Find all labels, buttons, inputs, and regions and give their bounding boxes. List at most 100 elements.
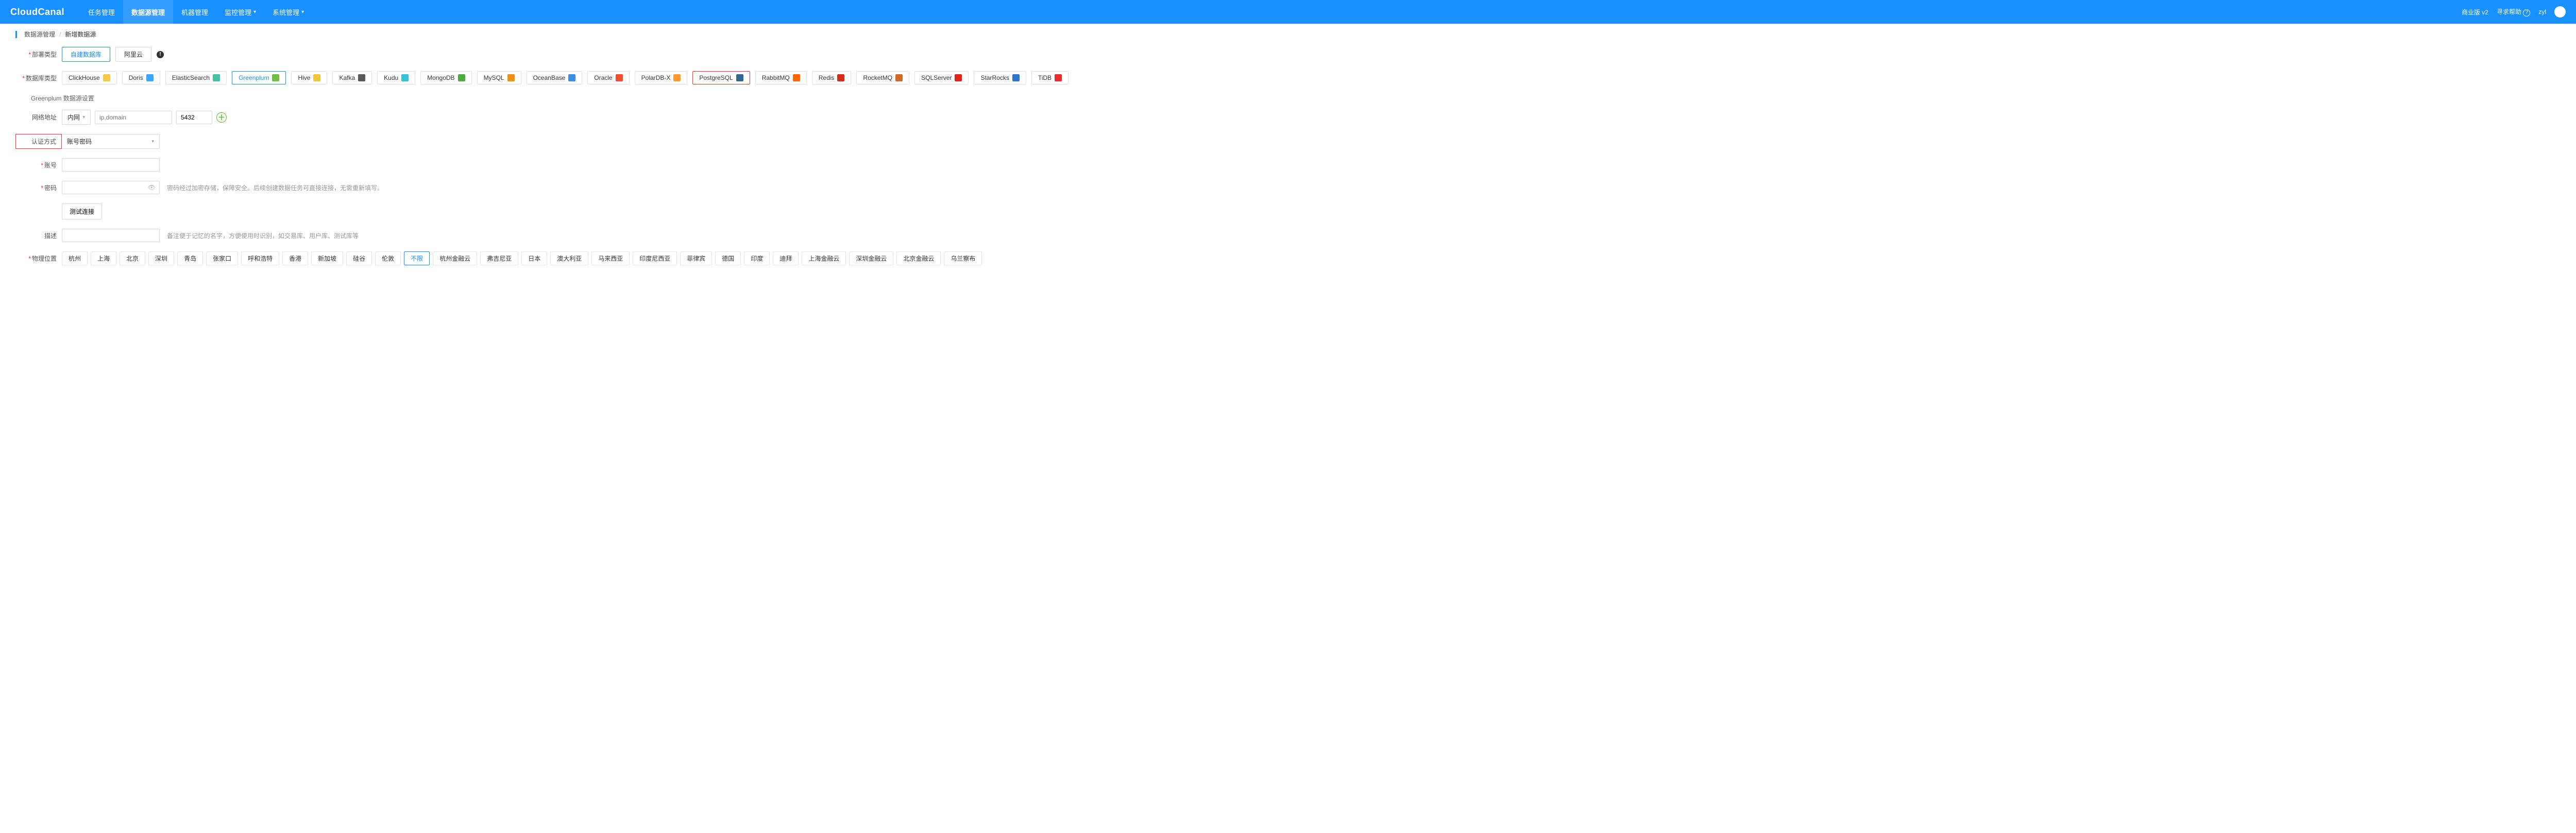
db-type-postgresql[interactable]: PostgreSQL	[692, 71, 750, 84]
db-type-label: ElasticSearch	[172, 74, 210, 81]
db-type-polardbx[interactable]: PolarDB-X	[635, 71, 688, 84]
deploy-tab-self[interactable]: 自建数据库	[62, 47, 110, 62]
oceanbase-icon	[568, 74, 575, 81]
breadcrumb-root[interactable]: 数据源管理	[24, 30, 55, 39]
location-tab[interactable]: 呼和浩特	[241, 251, 279, 265]
location-tab[interactable]: 北京金融云	[896, 251, 941, 265]
top-nav: 任务管理 数据源管理 机器管理 监控管理▾ 系统管理▾	[80, 0, 312, 24]
location-tab[interactable]: 深圳	[148, 251, 174, 265]
port-input[interactable]	[176, 111, 212, 124]
breadcrumb-sep: /	[59, 31, 61, 38]
section-title: Greenplum 数据源设置	[31, 94, 2561, 103]
nav-system[interactable]: 系统管理▾	[264, 0, 312, 24]
location-tab[interactable]: 伦敦	[375, 251, 401, 265]
auth-method-select[interactable]: 账号密码▾	[62, 134, 160, 149]
location-tab[interactable]: 马来西亚	[591, 251, 630, 265]
label-description: 描述	[15, 231, 62, 240]
location-tab[interactable]: 上海金融云	[802, 251, 846, 265]
location-tab[interactable]: 乌兰察布	[944, 251, 982, 265]
db-type-sqlserver[interactable]: SQLServer	[914, 71, 969, 84]
location-tab[interactable]: 北京	[120, 251, 145, 265]
location-tab[interactable]: 日本	[521, 251, 547, 265]
location-tab[interactable]: 德国	[715, 251, 741, 265]
nav-task[interactable]: 任务管理	[80, 0, 123, 24]
db-type-kafka[interactable]: Kafka	[332, 71, 372, 84]
db-type-label: Oracle	[594, 74, 612, 81]
nav-monitor[interactable]: 监控管理▾	[216, 0, 264, 24]
password-input[interactable]	[62, 181, 160, 194]
location-tab[interactable]: 青岛	[177, 251, 203, 265]
row-account: *账号	[15, 158, 2561, 172]
db-type-oracle[interactable]: Oracle	[587, 71, 629, 84]
location-tab[interactable]: 深圳金融云	[849, 251, 893, 265]
db-type-label: MySQL	[484, 74, 504, 81]
net-scope-value: 内网	[67, 113, 80, 122]
user-name[interactable]: zyl	[2538, 8, 2546, 15]
location-tab[interactable]: 杭州金融云	[433, 251, 477, 265]
location-tab[interactable]: 上海	[91, 251, 116, 265]
location-tab[interactable]: 澳大利亚	[550, 251, 588, 265]
oracle-icon	[616, 74, 623, 81]
location-tab[interactable]: 硅谷	[346, 251, 372, 265]
description-input[interactable]	[62, 229, 160, 242]
db-type-clickhouse[interactable]: ClickHouse	[62, 71, 117, 84]
add-address-button[interactable]: ＋	[216, 112, 227, 123]
db-type-label: Hive	[298, 74, 310, 81]
location-tab[interactable]: 香港	[282, 251, 308, 265]
db-type-label: Doris	[129, 74, 143, 81]
db-type-rocketmq[interactable]: RocketMQ	[856, 71, 909, 84]
db-type-redis[interactable]: Redis	[812, 71, 852, 84]
info-icon[interactable]: !	[157, 51, 164, 58]
location-list: 杭州上海北京深圳青岛张家口呼和浩特香港新加坡硅谷伦敦不限杭州金融云弗吉尼亚日本澳…	[62, 251, 982, 265]
nav-datasource[interactable]: 数据源管理	[123, 0, 173, 24]
db-type-greenplum[interactable]: Greenplum	[232, 71, 286, 84]
nav-monitor-label: 监控管理	[225, 7, 251, 17]
brand-logo: CloudCanal	[10, 7, 64, 18]
db-type-tidb[interactable]: TiDB	[1031, 71, 1069, 84]
db-type-label: PolarDB-X	[641, 74, 671, 81]
location-tab[interactable]: 迪拜	[773, 251, 799, 265]
location-tab[interactable]: 张家口	[206, 251, 238, 265]
label-password: *密码	[15, 183, 62, 192]
db-type-label: Kudu	[384, 74, 398, 81]
nav-machine[interactable]: 机器管理	[173, 0, 216, 24]
location-tab[interactable]: 杭州	[62, 251, 88, 265]
location-tab[interactable]: 弗吉尼亚	[480, 251, 518, 265]
db-type-rabbitmq[interactable]: RabbitMQ	[755, 71, 807, 84]
mongodb-icon	[458, 74, 465, 81]
label-account: *账号	[15, 161, 62, 169]
location-tab[interactable]: 印度	[744, 251, 770, 265]
breadcrumb: 数据源管理 / 新增数据源	[0, 24, 2576, 45]
test-connection-button[interactable]: 测试连接	[62, 203, 102, 219]
db-type-hive[interactable]: Hive	[291, 71, 327, 84]
elasticsearch-icon	[213, 74, 220, 81]
form-area: *部署类型 自建数据库 阿里云 ! *数据库类型 ClickHouseDoris…	[0, 45, 2576, 285]
host-input[interactable]	[95, 111, 172, 124]
location-tab[interactable]: 印度尼西亚	[633, 251, 677, 265]
deploy-tab-aliyun[interactable]: 阿里云	[115, 47, 151, 62]
row-password: *密码 👁 密码经过加密存储，保障安全。后续创建数据任务可直接连接，无需重新填写…	[15, 181, 2561, 194]
location-tab[interactable]: 新加坡	[311, 251, 343, 265]
account-input[interactable]	[62, 158, 160, 172]
mysql-icon	[507, 74, 515, 81]
db-type-oceanbase[interactable]: OceanBase	[527, 71, 583, 84]
doris-icon	[146, 74, 154, 81]
db-type-mongodb[interactable]: MongoDB	[420, 71, 471, 84]
db-type-doris[interactable]: Doris	[122, 71, 160, 84]
db-type-starrocks[interactable]: StarRocks	[974, 71, 1026, 84]
location-tab[interactable]: 不限	[404, 251, 430, 265]
row-description: 描述 备注便于记忆的名字，方便使用时识别，如交易库、用户库、测试库等	[15, 229, 2561, 242]
row-phys-loc: *物理位置 杭州上海北京深圳青岛张家口呼和浩特香港新加坡硅谷伦敦不限杭州金融云弗…	[15, 251, 2561, 265]
db-type-mysql[interactable]: MySQL	[477, 71, 521, 84]
breadcrumb-accent	[15, 31, 17, 38]
eye-icon[interactable]: 👁	[148, 184, 156, 191]
db-type-kudu[interactable]: Kudu	[377, 71, 415, 84]
net-scope-select[interactable]: 内网▾	[62, 110, 91, 125]
location-tab[interactable]: 菲律宾	[680, 251, 712, 265]
kafka-icon	[358, 74, 365, 81]
help-link[interactable]: 寻求帮助 ?	[2497, 7, 2530, 16]
db-type-label: RabbitMQ	[762, 74, 790, 81]
db-type-elasticsearch[interactable]: ElasticSearch	[165, 71, 227, 84]
avatar[interactable]	[2554, 6, 2566, 18]
row-test-conn: 测试连接	[15, 203, 2561, 219]
